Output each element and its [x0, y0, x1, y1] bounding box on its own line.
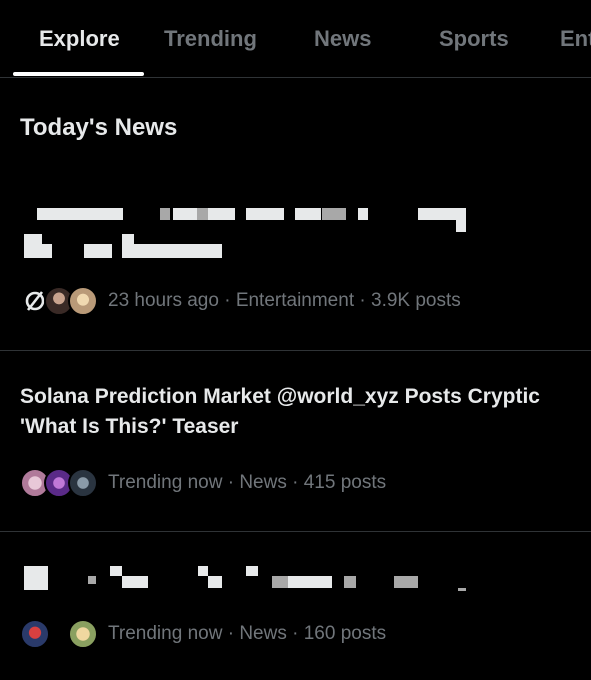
news-item-2[interactable]: Solana Prediction Market @world_xyz Post… [0, 351, 591, 532]
item-meta: Trending now · News · 415 posts [108, 472, 386, 494]
avatar-group [20, 286, 100, 316]
tab-news[interactable]: News [314, 24, 371, 54]
item-time: Trending now [108, 472, 223, 493]
avatar-group [20, 619, 100, 649]
redacted-title [0, 176, 591, 266]
avatar [68, 619, 98, 649]
meta-separator: · [222, 623, 240, 644]
item-meta: 23 hours ago · Entertainment · 3.9K post… [108, 290, 461, 312]
active-tab-indicator [13, 72, 144, 76]
item-post-count: 3.9K posts [371, 290, 461, 311]
news-item-3[interactable]: Trending now · News · 160 posts [0, 532, 591, 680]
redacted-title [0, 532, 591, 602]
avatar-group [20, 468, 100, 498]
item-category: News [239, 623, 287, 644]
meta-separator: · [354, 290, 371, 311]
tab-bar: Explore Trending News Sports Ent [0, 0, 591, 78]
tab-entertainment[interactable]: Ent [560, 24, 591, 54]
meta-separator: · [286, 472, 304, 493]
tab-explore[interactable]: Explore [39, 24, 120, 54]
item-category: News [239, 472, 287, 493]
tab-trending[interactable]: Trending [164, 24, 257, 54]
section-title: Today's News [20, 114, 178, 141]
item-post-count: 415 posts [303, 472, 387, 493]
item-meta: Trending now · News · 160 posts [108, 623, 386, 645]
meta-separator: · [218, 290, 236, 311]
meta-separator: · [286, 623, 304, 644]
avatar [68, 286, 98, 316]
tab-sports[interactable]: Sports [439, 24, 509, 54]
item-time: Trending now [108, 623, 223, 644]
item-time: 23 hours ago [108, 290, 219, 311]
meta-separator: · [222, 472, 240, 493]
avatar [68, 468, 98, 498]
news-item-1[interactable]: 23 hours ago · Entertainment · 3.9K post… [0, 176, 591, 351]
avatar [20, 619, 50, 649]
item-post-count: 160 posts [303, 623, 387, 644]
item-category: Entertainment [235, 290, 355, 311]
item-title: Solana Prediction Market @world_xyz Post… [20, 385, 540, 438]
